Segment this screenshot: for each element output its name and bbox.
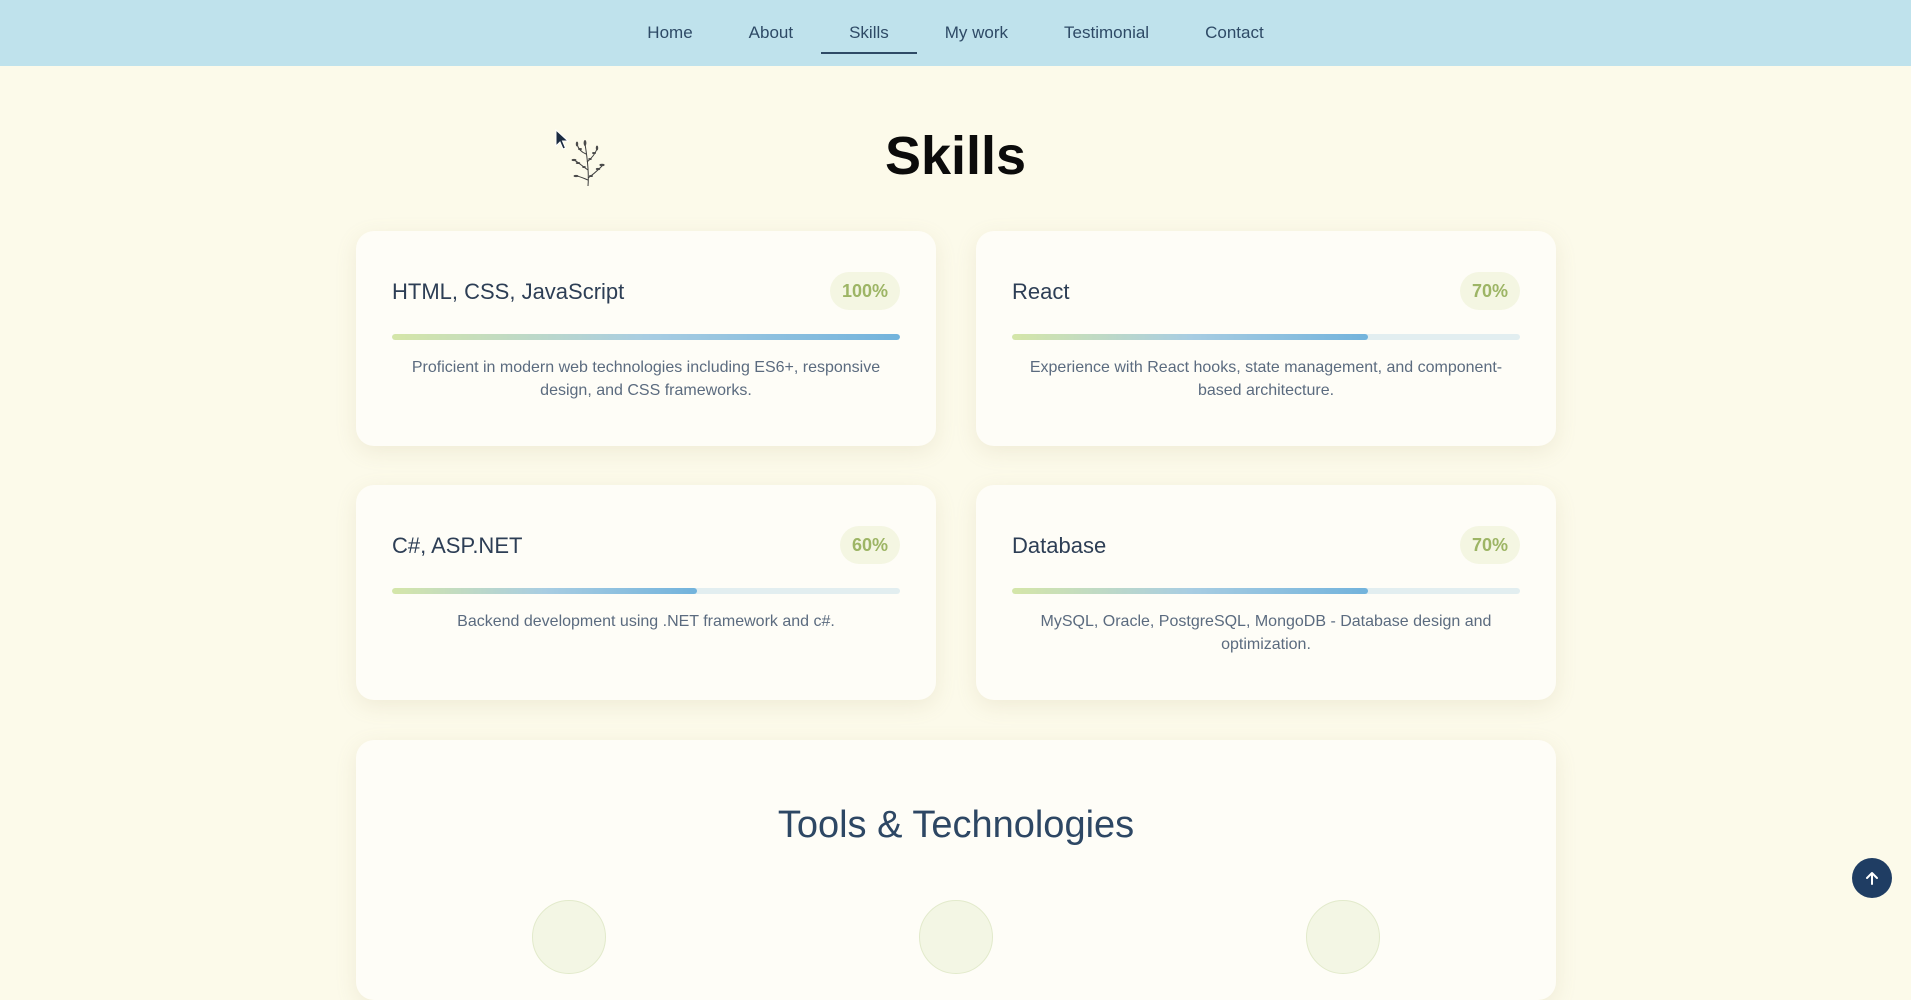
nav-item-skills[interactable]: Skills — [821, 0, 917, 66]
skill-progress-track — [392, 588, 900, 594]
skill-card-react: React 70% Experience with React hooks, s… — [976, 231, 1556, 446]
skill-progress-fill — [392, 588, 697, 594]
skills-section-title: Skills — [884, 126, 1027, 186]
skill-progress-fill — [1012, 588, 1368, 594]
skill-progress-fill — [1012, 334, 1368, 340]
skill-progress-track — [1012, 334, 1520, 340]
top-navigation-bar: Home About Skills My work Testimonial Co… — [0, 0, 1911, 66]
nav-item-contact[interactable]: Contact — [1177, 0, 1292, 66]
skill-description: MySQL, Oracle, PostgreSQL, MongoDB - Dat… — [1040, 613, 1492, 653]
skill-progress-track — [1012, 588, 1520, 594]
skill-percent-badge: 60% — [839, 526, 900, 564]
skill-card-database: Database 70% MySQL, Oracle, PostgreSQL, … — [976, 485, 1556, 700]
skill-description: Experience with React hooks, state manag… — [1029, 359, 1503, 399]
nav-links: Home About Skills My work Testimonial Co… — [619, 0, 1291, 66]
arrow-up-icon — [1866, 872, 1878, 885]
tool-icon-circle — [919, 900, 993, 974]
nav-item-about[interactable]: About — [721, 0, 821, 66]
skill-percent-badge: 70% — [1459, 526, 1520, 564]
nav-item-testimonial[interactable]: Testimonial — [1036, 0, 1177, 66]
skill-percent-badge: 100% — [829, 272, 900, 310]
tool-icon-circle — [1306, 900, 1380, 974]
tools-technologies-card: Tools & Technologies — [356, 740, 1556, 1000]
skill-percent-badge: 70% — [1459, 272, 1520, 310]
skill-name: HTML, CSS, JavaScript — [392, 279, 625, 304]
skill-description: Proficient in modern web technologies in… — [411, 359, 881, 399]
tool-icon-circle — [532, 900, 606, 974]
tools-section-title: Tools & Technologies — [777, 804, 1135, 846]
skill-card-html-css-js: HTML, CSS, JavaScript 100% Proficient in… — [356, 231, 936, 446]
skill-progress-fill — [392, 334, 900, 340]
skill-card-csharp-aspnet: C#, ASP.NET 60% Backend development usin… — [356, 485, 936, 700]
nav-item-home[interactable]: Home — [619, 0, 720, 66]
skill-progress-track — [392, 334, 900, 340]
nav-item-my-work[interactable]: My work — [917, 0, 1036, 66]
skill-name: C#, ASP.NET — [392, 533, 523, 558]
skill-description: Backend development using .NET framework… — [457, 613, 835, 630]
skill-name: Database — [1012, 533, 1107, 558]
skill-name: React — [1012, 279, 1070, 304]
back-to-top-button[interactable] — [1852, 858, 1892, 898]
